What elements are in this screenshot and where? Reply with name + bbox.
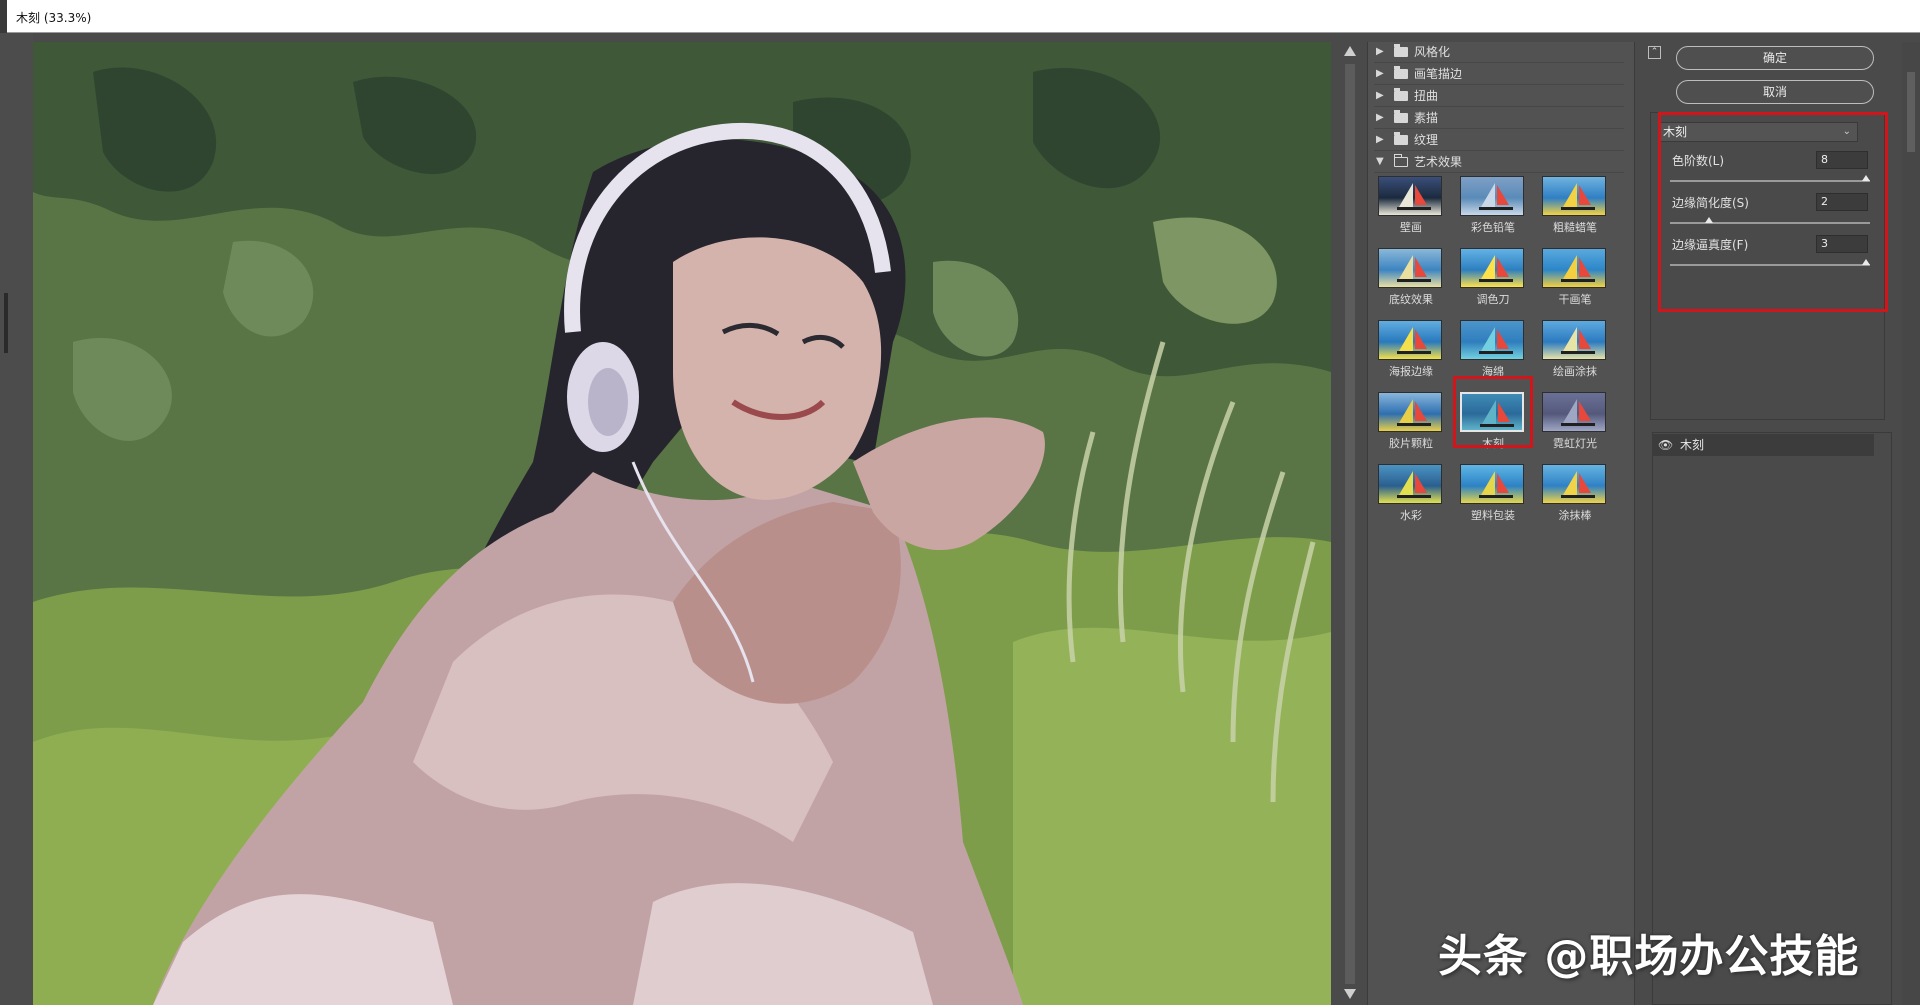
category-label: 扭曲 xyxy=(1414,89,1439,103)
selected-filter-highlight xyxy=(1453,376,1533,448)
category-label: 风格化 xyxy=(1414,45,1451,59)
parameters-highlight xyxy=(1658,112,1888,312)
title-bar: 木刻 (33.3%) xyxy=(0,0,1920,33)
preview-scrollbar[interactable] xyxy=(1340,42,1360,1005)
filter-thumbnail-label: 塑料包装 xyxy=(1471,509,1515,522)
category-brush-strokes[interactable]: ▶ 画笔描边 xyxy=(1374,64,1624,85)
filter-thumbnail[interactable]: 绘画涂抹 xyxy=(1538,316,1606,378)
scroll-down-arrow-icon[interactable] xyxy=(1344,989,1356,999)
filter-thumbnail-label: 涂抹棒 xyxy=(1558,509,1592,522)
filter-thumbnail[interactable]: 霓虹灯光 xyxy=(1538,388,1606,450)
filter-thumbnail-label: 水彩 xyxy=(1400,509,1422,522)
left-edge-mark xyxy=(4,293,8,353)
filter-preview-canvas[interactable] xyxy=(33,42,1331,1005)
expand-triangle-icon[interactable]: ▶ xyxy=(1376,86,1384,106)
filter-thumbnail-image xyxy=(1542,176,1606,216)
category-label: 画笔描边 xyxy=(1414,67,1463,81)
filter-thumbnail[interactable]: 壁画 xyxy=(1374,172,1442,234)
category-texture[interactable]: ▶ 纹理 xyxy=(1374,130,1624,151)
preview-image xyxy=(33,42,1331,1005)
filter-thumbnail[interactable]: 胶片颗粒 xyxy=(1374,388,1442,450)
collapse-triangle-icon[interactable]: ▼ xyxy=(1376,152,1384,172)
filter-thumbnail[interactable]: 干画笔 xyxy=(1538,244,1606,306)
filter-thumbnail-image xyxy=(1542,248,1606,288)
filter-thumbnail-image xyxy=(1378,464,1442,504)
expand-triangle-icon[interactable]: ▶ xyxy=(1376,64,1384,84)
filter-thumbnail[interactable]: 彩色铅笔 xyxy=(1456,172,1524,234)
eye-visibility-icon[interactable]: 👁 xyxy=(1658,434,1673,456)
scroll-knob[interactable] xyxy=(1907,72,1915,152)
filter-thumbnail-image xyxy=(1460,464,1524,504)
effect-layer-name: 木刻 xyxy=(1680,438,1705,452)
filter-thumbnail-label: 调色刀 xyxy=(1476,293,1510,306)
folder-icon xyxy=(1394,88,1408,101)
filter-settings-panel: ⌃ 确定 取消 木刻 ⌄ 色阶数(L) 8 边缘简化度(S) 2 边缘逼真度(F… xyxy=(1640,42,1920,1005)
category-artistic[interactable]: ▼ 艺术效果 xyxy=(1374,152,1624,173)
folder-icon xyxy=(1394,132,1408,145)
expand-triangle-icon[interactable]: ▶ xyxy=(1376,42,1384,62)
collapse-panel-icon[interactable]: ⌃ xyxy=(1648,46,1661,59)
category-stylize[interactable]: ▶ 风格化 xyxy=(1374,42,1624,63)
filter-thumbnail[interactable]: 粗糙蜡笔 xyxy=(1538,172,1606,234)
category-distort[interactable]: ▶ 扭曲 xyxy=(1374,86,1624,107)
left-edge-strip xyxy=(0,33,33,1005)
scroll-up-arrow-icon[interactable] xyxy=(1344,46,1356,56)
category-sketch[interactable]: ▶ 素描 xyxy=(1374,108,1624,129)
filter-thumbnail-image xyxy=(1460,320,1524,360)
filter-thumbnail-label: 胶片颗粒 xyxy=(1389,437,1433,450)
filter-thumbnail[interactable]: 涂抹棒 xyxy=(1538,460,1606,522)
folder-icon xyxy=(1394,66,1408,79)
filter-gallery-panel: ▶ 风格化 ▶ 画笔描边 ▶ 扭曲 ▶ 素描 ▶ 纹理 ▼ 艺术效果 壁画 彩色铅… xyxy=(1367,42,1635,1005)
filter-thumbnail[interactable]: 塑料包装 xyxy=(1456,460,1524,522)
filter-thumbnail-label: 霓虹灯光 xyxy=(1553,437,1597,450)
window-title: 木刻 (33.3%) xyxy=(16,11,92,25)
filter-thumbnail-label: 绘画涂抹 xyxy=(1553,365,1597,378)
filter-thumbnail-image xyxy=(1460,176,1524,216)
filter-thumbnail-image xyxy=(1542,464,1606,504)
filter-thumbnail-label: 底纹效果 xyxy=(1389,293,1433,306)
folder-icon xyxy=(1394,44,1408,57)
cancel-button[interactable]: 取消 xyxy=(1676,80,1874,104)
filter-thumbnail-image xyxy=(1378,392,1442,432)
filter-thumbnail[interactable]: 水彩 xyxy=(1374,460,1442,522)
filter-thumbnail-image xyxy=(1378,176,1442,216)
category-label: 素描 xyxy=(1414,111,1439,125)
filter-thumbnail-image xyxy=(1542,392,1606,432)
ok-button[interactable]: 确定 xyxy=(1676,46,1874,70)
folder-icon xyxy=(1394,110,1408,123)
filter-thumbnail-label: 壁画 xyxy=(1400,221,1422,234)
category-label: 纹理 xyxy=(1414,133,1439,147)
filter-thumbnail[interactable]: 底纹效果 xyxy=(1374,244,1442,306)
filter-thumbnail-label: 干画笔 xyxy=(1558,293,1592,306)
filter-thumbnail-image xyxy=(1378,248,1442,288)
filter-thumbnail-image xyxy=(1460,248,1524,288)
right-panel-scrollbar[interactable] xyxy=(1902,42,1920,1005)
title-bar-edge xyxy=(0,0,7,33)
watermark-text: 头条 @职场办公技能 xyxy=(1438,931,1860,982)
filter-thumbnail-label: 粗糙蜡笔 xyxy=(1553,221,1597,234)
filter-thumbnail-image xyxy=(1378,320,1442,360)
category-label: 艺术效果 xyxy=(1414,155,1463,169)
expand-triangle-icon[interactable]: ▶ xyxy=(1376,130,1384,150)
filter-thumbnail[interactable]: 海报边缘 xyxy=(1374,316,1442,378)
open-folder-icon xyxy=(1394,154,1408,167)
scroll-track[interactable] xyxy=(1345,64,1355,984)
filter-thumbnail[interactable]: 海绵 xyxy=(1456,316,1524,378)
filter-thumbnail-label: 彩色铅笔 xyxy=(1471,221,1515,234)
filter-thumbnail[interactable]: 调色刀 xyxy=(1456,244,1524,306)
filter-thumbnail-image xyxy=(1542,320,1606,360)
effect-layer-row[interactable]: 👁 木刻 xyxy=(1652,434,1874,456)
filter-thumbnail-label: 海报边缘 xyxy=(1389,365,1433,378)
expand-triangle-icon[interactable]: ▶ xyxy=(1376,108,1384,128)
